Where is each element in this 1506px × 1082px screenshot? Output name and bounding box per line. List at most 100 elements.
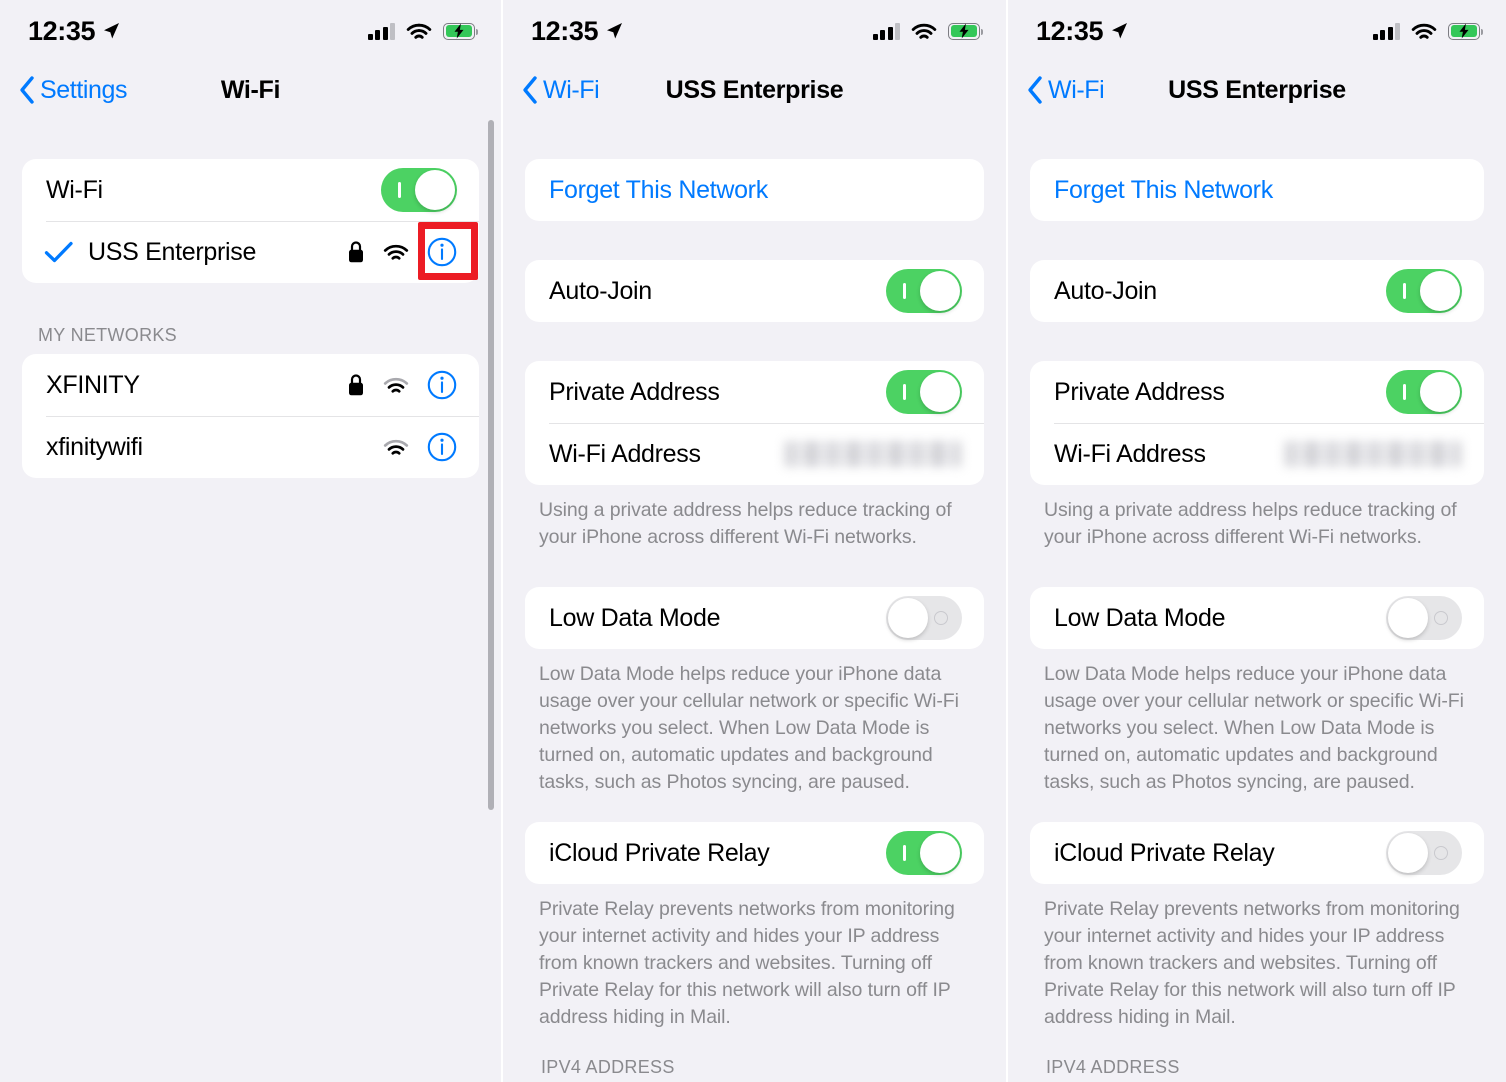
ipv4-header: IPV4 ADDRESS <box>1046 1057 1180 1077</box>
back-button-wifi[interactable]: Wi-Fi <box>521 75 600 105</box>
private-relay-toggle[interactable] <box>1386 831 1462 875</box>
forget-network-row[interactable]: Forget This Network <box>1030 159 1484 221</box>
private-relay-row[interactable]: iCloud Private Relay <box>1030 822 1484 884</box>
forget-network-row[interactable]: Forget This Network <box>525 159 984 221</box>
low-data-mode-card: Low Data Mode <box>525 587 984 649</box>
lock-icon <box>349 241 363 263</box>
info-icon[interactable] <box>427 237 457 267</box>
charging-bolt-icon <box>454 23 464 39</box>
wifi-toggle[interactable] <box>381 168 457 212</box>
ipv4-header: IPV4 ADDRESS <box>541 1057 675 1077</box>
low-data-mode-label: Low Data Mode <box>549 603 721 632</box>
charging-bolt-icon <box>959 23 969 39</box>
private-address-note: Using a private address helps reduce tra… <box>1044 499 1457 548</box>
back-button-label: Settings <box>40 75 128 104</box>
private-relay-row[interactable]: iCloud Private Relay <box>525 822 984 884</box>
wifi-address-value-redacted <box>784 441 962 467</box>
auto-join-section: Auto-Join <box>503 260 1006 322</box>
wifi-card: Wi-Fi USS Enterprise <box>22 159 479 283</box>
connected-network-row[interactable]: USS Enterprise <box>22 221 479 283</box>
status-bar-left: 12:35 <box>28 16 121 47</box>
screenshot-root: 12:35 Settings Wi-Fi Wi-Fi USS Enterpris… <box>0 0 1506 1082</box>
forget-card: Forget This Network <box>1030 159 1484 221</box>
private-relay-toggle[interactable] <box>886 831 962 875</box>
private-relay-note: Private Relay prevents networks from mon… <box>1044 898 1460 1028</box>
low-data-mode-label: Low Data Mode <box>1054 603 1226 632</box>
private-address-note: Using a private address helps reduce tra… <box>539 499 952 548</box>
low-data-mode-toggle[interactable] <box>886 596 962 640</box>
private-relay-section: iCloud Private Relay <box>1008 822 1506 884</box>
lock-icon <box>349 374 363 396</box>
status-bar: 12:35 <box>503 0 1006 62</box>
my-networks-card: XFINITY xfinitywifi <box>22 354 479 478</box>
private-relay-label: iCloud Private Relay <box>549 838 770 867</box>
battery-charging-icon <box>948 22 984 40</box>
low-data-mode-row[interactable]: Low Data Mode <box>525 587 984 649</box>
forget-section: Forget This Network <box>503 159 1006 221</box>
private-address-toggle[interactable] <box>886 370 962 414</box>
private-relay-card: iCloud Private Relay <box>1030 822 1484 884</box>
network-row-xfinitywifi[interactable]: xfinitywifi <box>22 416 479 478</box>
network-row-icons <box>347 370 457 400</box>
phone-screen-wifi-list: 12:35 Settings Wi-Fi Wi-Fi USS Enterpris… <box>0 0 501 1082</box>
location-arrow-icon <box>104 23 120 39</box>
wifi-strength-icon <box>383 377 409 393</box>
forget-section: Forget This Network <box>1008 159 1506 221</box>
private-address-card: Private Address Wi-Fi Address <box>525 361 984 485</box>
low-data-mode-toggle[interactable] <box>1386 596 1462 640</box>
chevron-left-icon <box>1028 76 1042 104</box>
status-bar-left: 12:35 <box>531 16 624 47</box>
nav-bar: Wi-Fi USS Enterprise <box>1008 62 1506 118</box>
private-relay-note: Private Relay prevents networks from mon… <box>539 898 955 1028</box>
auto-join-toggle[interactable] <box>1386 269 1462 313</box>
back-button-wifi[interactable]: Wi-Fi <box>1026 75 1105 105</box>
vertical-scrollbar[interactable] <box>488 120 494 810</box>
private-address-section: Private Address Wi-Fi Address <box>503 361 1006 485</box>
wifi-icon <box>1411 23 1437 39</box>
status-bar: 12:35 <box>0 0 501 62</box>
ipv4-section: IPV4 ADDRESS Configure IP Automatic IP A… <box>1008 1057 1506 1082</box>
info-icon[interactable] <box>427 432 457 462</box>
private-relay-label: iCloud Private Relay <box>1054 838 1275 867</box>
wifi-toggle-row[interactable]: Wi-Fi <box>22 159 479 221</box>
status-bar-left: 12:35 <box>1036 16 1129 47</box>
ipv4-section: IPV4 ADDRESS Configure IP Automatic IP A… <box>503 1057 1006 1082</box>
wifi-icon <box>911 23 937 39</box>
auto-join-row[interactable]: Auto-Join <box>1030 260 1484 322</box>
low-data-mode-note: Low Data Mode helps reduce your iPhone d… <box>539 663 959 793</box>
network-row-xfinity[interactable]: XFINITY <box>22 354 479 416</box>
back-button-label: Wi-Fi <box>1048 75 1105 104</box>
charging-bolt-icon <box>1459 23 1469 39</box>
forget-network-label: Forget This Network <box>549 175 768 204</box>
cellular-bars-icon <box>872 22 900 40</box>
private-relay-section: iCloud Private Relay <box>503 822 1006 884</box>
low-data-mode-note: Low Data Mode helps reduce your iPhone d… <box>1044 663 1464 793</box>
network-row-icons <box>347 237 457 267</box>
network-name: xfinitywifi <box>46 432 143 461</box>
private-address-toggle[interactable] <box>1386 370 1462 414</box>
auto-join-section: Auto-Join <box>1008 260 1506 322</box>
status-bar-right <box>872 22 984 41</box>
status-bar: 12:35 <box>1008 0 1506 62</box>
private-address-row[interactable]: Private Address <box>1030 361 1484 423</box>
wifi-address-value-redacted <box>1284 441 1462 467</box>
auto-join-toggle[interactable] <box>886 269 962 313</box>
my-networks-header: MY NETWORKS <box>38 325 177 345</box>
chevron-left-icon <box>523 76 537 104</box>
my-networks-section: MY NETWORKS XFINITY xfinitywifi <box>0 325 501 478</box>
phone-screen-network-detail-relay-off: 12:35 Wi-Fi USS Enterprise Forget This N… <box>1008 0 1506 1082</box>
private-address-card: Private Address Wi-Fi Address <box>1030 361 1484 485</box>
battery-charging-icon <box>1448 22 1484 40</box>
auto-join-card: Auto-Join <box>525 260 984 322</box>
phone-screen-network-detail-relay-on: 12:35 Wi-Fi USS Enterprise Forget This N… <box>503 0 1006 1082</box>
low-data-mode-section: Low Data Mode <box>1008 587 1506 649</box>
checkmark-icon <box>44 241 73 263</box>
cellular-bars-icon <box>1372 22 1400 40</box>
low-data-mode-row[interactable]: Low Data Mode <box>1030 587 1484 649</box>
wifi-main-section: Wi-Fi USS Enterprise <box>0 159 501 283</box>
info-icon[interactable] <box>427 370 457 400</box>
wifi-toggle-label: Wi-Fi <box>46 175 103 204</box>
back-button-settings[interactable]: Settings <box>18 75 128 105</box>
private-address-row[interactable]: Private Address <box>525 361 984 423</box>
auto-join-row[interactable]: Auto-Join <box>525 260 984 322</box>
